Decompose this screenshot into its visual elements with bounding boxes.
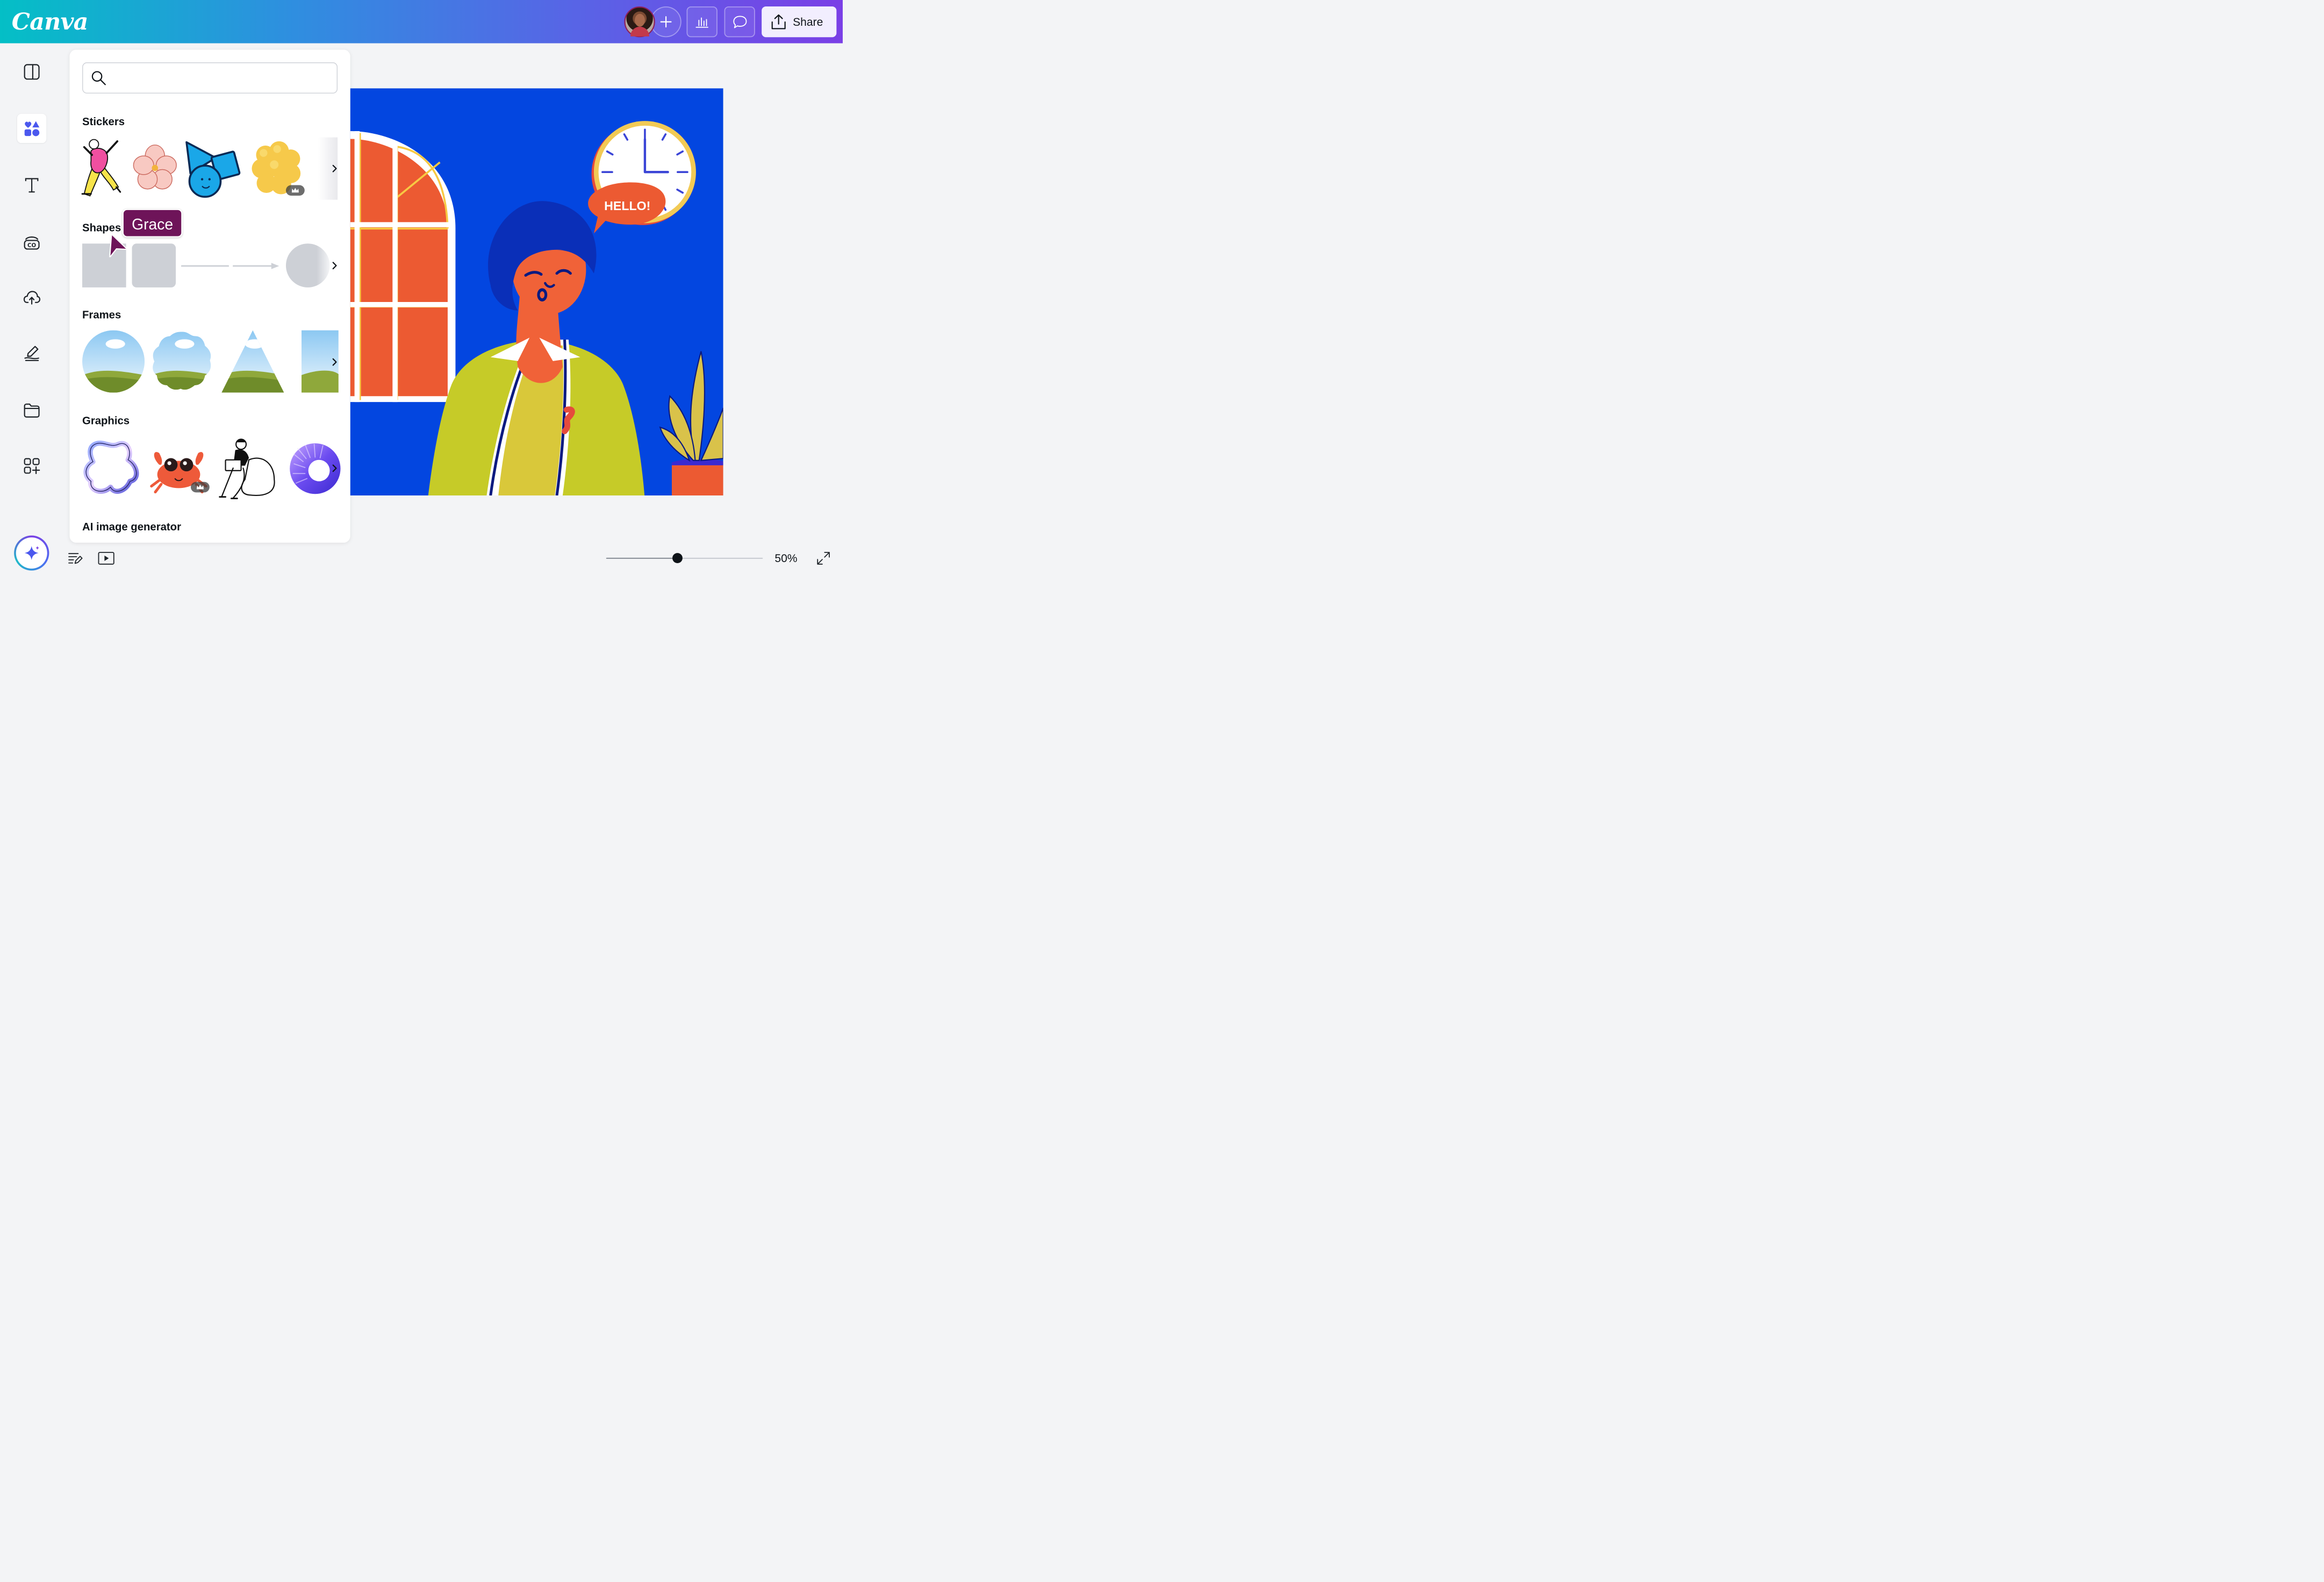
shape-arrow[interactable]	[232, 262, 281, 270]
plus-icon	[660, 16, 672, 28]
svg-text:CO: CO	[27, 243, 36, 249]
share-label: Share	[793, 16, 823, 28]
frame-scalloped[interactable]	[152, 330, 214, 393]
section-title-frames: Frames	[82, 308, 121, 321]
comment-icon	[733, 16, 747, 28]
sidebar-item-design[interactable]	[17, 57, 46, 87]
graphic-person-beanbag[interactable]	[218, 436, 280, 501]
search-input[interactable]	[112, 67, 328, 89]
comments-button[interactable]	[724, 6, 755, 38]
speech-bubble-text: HELLO!	[604, 199, 650, 213]
graphic-chrome-blob[interactable]	[81, 436, 144, 499]
top-bar: Canva Share	[0, 0, 843, 44]
cloud-upload-icon	[23, 291, 41, 305]
brand-icon: CO	[24, 236, 40, 250]
sidebar-item-draw[interactable]	[17, 339, 46, 368]
design-canvas[interactable]: HELLO!	[350, 88, 723, 496]
section-title-stickers: Stickers	[82, 115, 125, 128]
share-button[interactable]: Share	[762, 6, 837, 38]
section-title-graphics: Graphics	[82, 414, 130, 427]
illustration-woman-hello: HELLO!	[350, 88, 723, 496]
avatar-face	[635, 13, 645, 27]
user-avatar[interactable]	[624, 6, 655, 38]
avatar-body	[630, 26, 649, 37]
folder-icon	[24, 403, 40, 418]
fullscreen-icon[interactable]	[816, 550, 831, 566]
chevron-right-icon[interactable]	[329, 260, 341, 271]
apps-icon	[24, 458, 40, 474]
premium-badge	[285, 185, 305, 196]
bar-chart-icon	[695, 17, 708, 28]
sticker-shapes[interactable]	[183, 136, 245, 199]
text-icon	[25, 178, 39, 193]
chevron-right-icon[interactable]	[329, 163, 341, 175]
notes-icon[interactable]	[67, 550, 83, 566]
elements-icon	[24, 121, 40, 136]
sidebar-item-apps[interactable]	[17, 451, 46, 480]
sidebar-item-elements[interactable]	[17, 113, 47, 143]
zoom-slider-fill	[606, 557, 678, 559]
present-icon[interactable]	[97, 550, 115, 566]
sticker-dancer[interactable]	[80, 135, 121, 200]
sidebar-item-uploads[interactable]	[17, 283, 46, 312]
sidebar-item-text[interactable]	[17, 170, 46, 199]
draw-icon	[24, 346, 39, 361]
layout-icon	[24, 64, 40, 80]
elements-panel: Stickers Shapes Frames Graphics AI image…	[69, 49, 350, 543]
shape-circle[interactable]	[285, 243, 330, 287]
crown-icon	[196, 484, 204, 490]
section-title-ai-image-generator: AI image generator	[82, 520, 181, 533]
shape-rounded-square[interactable]	[132, 243, 176, 287]
chevron-right-icon[interactable]	[329, 356, 341, 368]
chevron-right-icon[interactable]	[329, 462, 341, 474]
search-icon	[91, 71, 106, 85]
sidebar-item-brand[interactable]: CO	[17, 227, 46, 256]
canva-logo[interactable]: Canva	[12, 8, 89, 35]
zoom-level[interactable]: 50%	[774, 552, 797, 565]
sidebar-item-projects[interactable]	[17, 396, 46, 425]
insights-button[interactable]	[686, 6, 718, 38]
sparkle-icon	[24, 546, 40, 560]
premium-badge	[191, 481, 210, 493]
invite-button[interactable]	[650, 6, 682, 38]
zoom-slider[interactable]	[606, 557, 763, 559]
zoom-slider-thumb[interactable]	[672, 553, 683, 563]
search-box[interactable]	[82, 62, 338, 94]
frame-triangle[interactable]	[221, 330, 284, 393]
shape-line[interactable]	[181, 263, 229, 269]
sticker-flower[interactable]	[132, 144, 178, 191]
crown-icon	[291, 188, 299, 193]
frame-circle[interactable]	[82, 330, 145, 393]
magic-button-inner	[16, 537, 47, 569]
collaborator-label: Grace	[122, 208, 183, 238]
magic-button[interactable]	[14, 535, 49, 571]
upload-icon	[771, 14, 786, 30]
